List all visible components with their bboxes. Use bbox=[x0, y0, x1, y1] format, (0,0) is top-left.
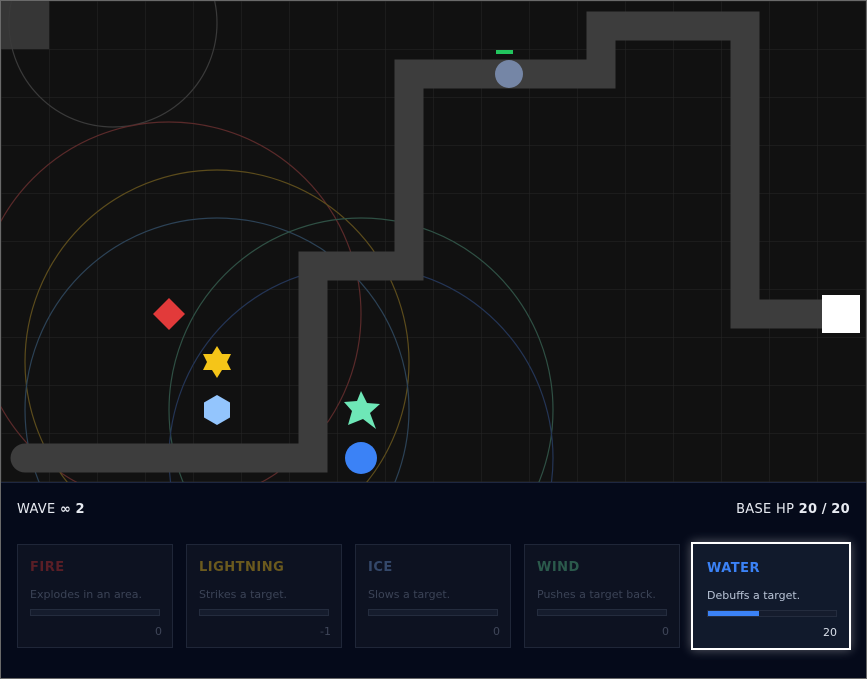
tower-count: 0 bbox=[662, 625, 669, 638]
infinity-icon: ∞ bbox=[59, 502, 72, 517]
base-hp-current: 20 bbox=[798, 502, 818, 517]
tower-name: WATER bbox=[707, 561, 761, 576]
tower-progress-bar bbox=[199, 609, 329, 616]
tower-progress-bar bbox=[30, 609, 160, 616]
tower-name: LIGHTNING bbox=[199, 560, 285, 575]
tower-card-ice[interactable]: ICE Slows a target. 0 bbox=[355, 544, 511, 648]
tower-count: -1 bbox=[320, 625, 331, 638]
tower-progress-bar bbox=[707, 610, 837, 617]
tower-count: 0 bbox=[155, 625, 162, 638]
tower-card-fire[interactable]: FIRE Explodes in an area. 0 bbox=[17, 544, 173, 648]
enemy bbox=[495, 60, 523, 88]
water-tower[interactable] bbox=[345, 442, 377, 474]
tower-card-wind[interactable]: WIND Pushes a target back. 0 bbox=[524, 544, 680, 648]
wave-label: WAVE bbox=[17, 502, 56, 517]
tower-card-water[interactable]: WATER Debuffs a target. 20 bbox=[691, 542, 851, 650]
tower-name: FIRE bbox=[30, 560, 65, 575]
base-hp-max: 20 bbox=[831, 502, 850, 517]
base-tile bbox=[822, 295, 860, 333]
tower-description: Pushes a target back. bbox=[537, 588, 656, 601]
spawn-tile bbox=[1, 1, 49, 49]
game-frame: WAVE ∞ 2 BASE HP 20 / 20 FIRE Explodes i… bbox=[0, 0, 867, 679]
base-hp: BASE HP 20 / 20 bbox=[736, 502, 850, 517]
tower-name: ICE bbox=[368, 560, 393, 575]
tower-count: 0 bbox=[493, 625, 500, 638]
tower-progress-bar bbox=[537, 609, 667, 616]
tower-description: Slows a target. bbox=[368, 588, 451, 601]
enemy-health-bar bbox=[496, 50, 513, 54]
base-hp-separator: / bbox=[821, 502, 827, 517]
wave-number: 2 bbox=[75, 502, 85, 517]
tower-description: Strikes a target. bbox=[199, 588, 288, 601]
base-hp-label: BASE HP bbox=[736, 502, 795, 517]
game-board[interactable] bbox=[1, 1, 866, 482]
tower-card-lightning[interactable]: LIGHTNING Strikes a target. -1 bbox=[186, 544, 342, 648]
tower-name: WIND bbox=[537, 560, 580, 575]
tower-progress-fill bbox=[708, 611, 760, 616]
tower-description: Explodes in an area. bbox=[30, 588, 142, 601]
hud-panel: WAVE ∞ 2 BASE HP 20 / 20 FIRE Explodes i… bbox=[1, 482, 866, 678]
wave-counter: WAVE ∞ 2 bbox=[17, 502, 85, 517]
tower-count: 20 bbox=[823, 626, 837, 639]
tower-description: Debuffs a target. bbox=[707, 589, 801, 602]
tower-progress-bar bbox=[368, 609, 498, 616]
